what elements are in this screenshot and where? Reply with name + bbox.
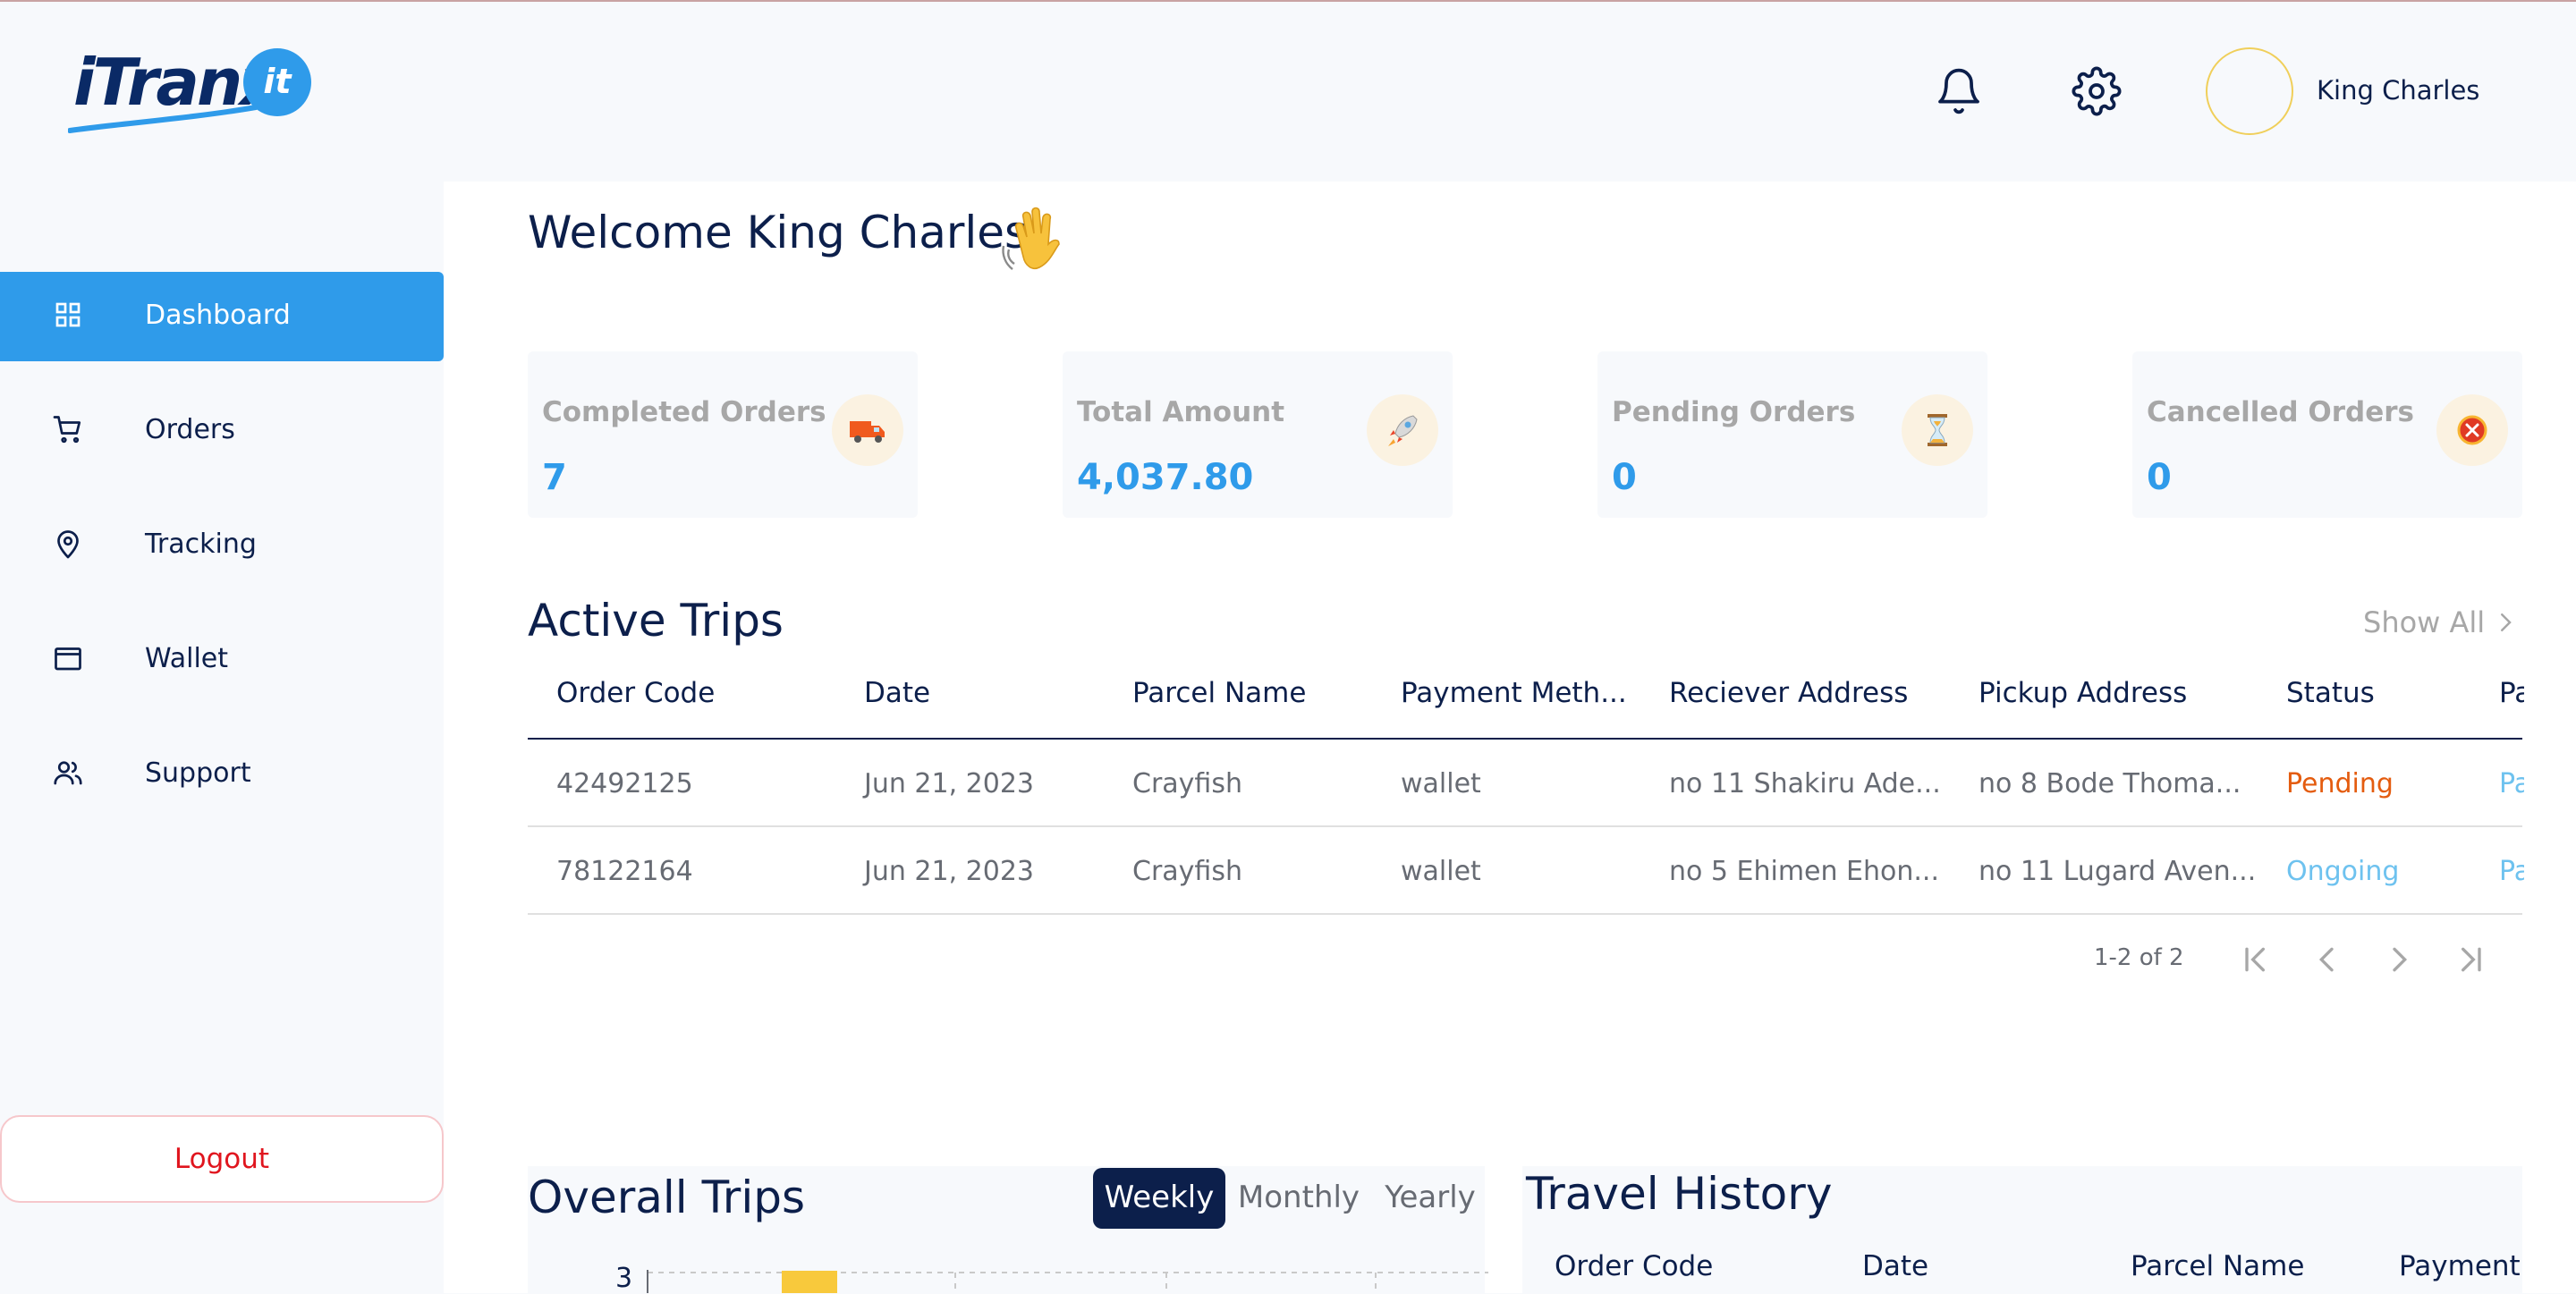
stat-icon-wrap — [1367, 394, 1438, 466]
stat-value: 0 — [2147, 457, 2172, 498]
avatar[interactable] — [2206, 47, 2293, 135]
stat-value: 0 — [1612, 457, 1637, 498]
cancel-icon — [2457, 415, 2487, 445]
parcel-name-cell: Crayfish — [1132, 856, 1242, 887]
payment-method-cell: wallet — [1401, 768, 1481, 799]
logo-swoosh-icon — [68, 105, 258, 133]
stat-label: Cancelled Orders — [2147, 396, 2414, 428]
logout-button[interactable]: Logout — [0, 1115, 444, 1203]
sidebar-item-support[interactable]: Support — [0, 730, 444, 819]
stat-icon-wrap — [2436, 394, 2508, 466]
column-header[interactable]: Reciever Address — [1669, 677, 1908, 709]
tab-weekly[interactable]: Weekly — [1093, 1168, 1225, 1229]
pickup-address-cell: no 11 Lugard Aven... — [1979, 856, 2257, 887]
column-header[interactable]: Parcel Name — [2131, 1250, 2304, 1282]
grid-icon — [55, 302, 80, 327]
sidebar-item-label: Wallet — [145, 643, 229, 674]
payment-method-cell: wallet — [1401, 856, 1481, 887]
column-header[interactable]: Status — [2286, 677, 2375, 709]
tab-yearly[interactable]: Yearly — [1374, 1168, 1487, 1229]
sidebar-item-label: Support — [145, 757, 251, 789]
table-header: Order Code Date Parcel Name Payment Meth… — [528, 655, 2524, 740]
tab-monthly[interactable]: Monthly — [1234, 1168, 1363, 1229]
overall-trips-title: Overall Trips — [528, 1171, 806, 1223]
stat-value: 7 — [542, 457, 567, 498]
sidebar-item-orders[interactable]: Orders — [0, 386, 444, 476]
column-header[interactable]: Date — [864, 677, 930, 709]
stat-label: Pending Orders — [1612, 396, 1856, 428]
rocket-icon — [1388, 415, 1418, 446]
chart-bar[interactable] — [782, 1271, 837, 1293]
bell-icon[interactable] — [1934, 66, 1984, 116]
status-badge: Pending — [2286, 768, 2394, 799]
date-cell: Jun 21, 2023 — [864, 856, 1035, 887]
column-header[interactable]: Date — [1862, 1250, 1928, 1282]
cart-icon — [53, 416, 81, 444]
stat-label: Completed Orders — [542, 396, 826, 428]
chevron-right-icon[interactable] — [2492, 609, 2519, 636]
column-header[interactable]: Payment Meth... — [1401, 677, 1627, 709]
sidebar: Dashboard Orders Tracking Wallet Support… — [0, 182, 444, 1293]
active-trips-title: Active Trips — [528, 595, 784, 647]
receiver-address-cell: no 5 Ehimen Ehon... — [1669, 856, 1940, 887]
row-action-link[interactable]: Pa — [2499, 856, 2524, 887]
column-header[interactable]: Payment I — [2399, 1250, 2522, 1282]
y-tick-label: 3 — [615, 1263, 633, 1294]
waving-hand-icon — [1002, 207, 1060, 270]
logo-badge: it — [243, 48, 311, 116]
table-row[interactable]: 78122164 Jun 21, 2023 Crayfish wallet no… — [528, 827, 2524, 915]
stat-card-completed-orders: Completed Orders 7 — [528, 351, 918, 518]
gear-icon[interactable] — [2072, 66, 2122, 116]
truck-icon — [850, 421, 885, 443]
first-page-icon[interactable] — [2238, 942, 2274, 977]
sidebar-item-wallet[interactable]: Wallet — [0, 615, 444, 705]
pagination-info: 1-2 of 2 — [2094, 944, 2184, 971]
stat-value: 4,037.80 — [1077, 457, 1254, 498]
column-header[interactable]: Order Code — [556, 677, 715, 709]
row-action-link[interactable]: Pa — [2499, 768, 2524, 799]
column-header[interactable]: Parcel Name — [1132, 677, 1306, 709]
stat-card-total-amount: Total Amount 4,037.80 — [1063, 351, 1453, 518]
parcel-name-cell: Crayfish — [1132, 768, 1242, 799]
column-header[interactable]: Pickup Address — [1979, 677, 2187, 709]
stat-card-pending-orders: Pending Orders 0 — [1597, 351, 1987, 518]
sidebar-item-tracking[interactable]: Tracking — [0, 501, 444, 590]
order-code-cell: 78122164 — [556, 856, 693, 887]
travel-history-title: Travel History — [1526, 1168, 1833, 1220]
main-content: Welcome King Charles Completed Orders 7 … — [444, 182, 2576, 1293]
status-badge: Ongoing — [2286, 856, 2400, 887]
top-border — [0, 0, 2576, 2]
sidebar-item-dashboard[interactable]: Dashboard — [0, 272, 444, 361]
sidebar-item-label: Tracking — [145, 529, 257, 560]
pickup-address-cell: no 8 Bode Thoma... — [1979, 768, 2241, 799]
receiver-address-cell: no 11 Shakiru Ade... — [1669, 768, 1941, 799]
date-cell: Jun 21, 2023 — [864, 768, 1035, 799]
stat-card-cancelled-orders: Cancelled Orders 0 — [2132, 351, 2522, 518]
brand-logo[interactable]: iTranx it — [68, 45, 318, 134]
hourglass-icon — [1928, 414, 1947, 446]
show-all-link[interactable]: Show All — [2363, 605, 2485, 639]
wallet-icon — [55, 647, 81, 671]
last-page-icon[interactable] — [2453, 942, 2488, 977]
stat-label: Total Amount — [1077, 396, 1285, 428]
location-pin-icon — [57, 530, 79, 559]
page-title: Welcome King Charles — [528, 207, 1029, 258]
order-code-cell: 42492125 — [556, 768, 693, 799]
users-icon — [54, 761, 82, 785]
stat-icon-wrap — [832, 394, 903, 466]
stat-icon-wrap — [1902, 394, 1973, 466]
table-row[interactable]: 42492125 Jun 21, 2023 Crayfish wallet no… — [528, 740, 2524, 827]
next-page-icon[interactable] — [2381, 942, 2417, 977]
active-trips-table: Order Code Date Parcel Name Payment Meth… — [528, 655, 2524, 915]
column-header[interactable]: Pa — [2499, 677, 2524, 709]
sidebar-item-label: Orders — [145, 414, 235, 445]
column-header[interactable]: Order Code — [1555, 1250, 1713, 1282]
sidebar-item-label: Dashboard — [145, 300, 291, 331]
username[interactable]: King Charles — [2317, 75, 2479, 106]
previous-page-icon[interactable] — [2309, 942, 2345, 977]
chart-gridline — [647, 1270, 1488, 1293]
